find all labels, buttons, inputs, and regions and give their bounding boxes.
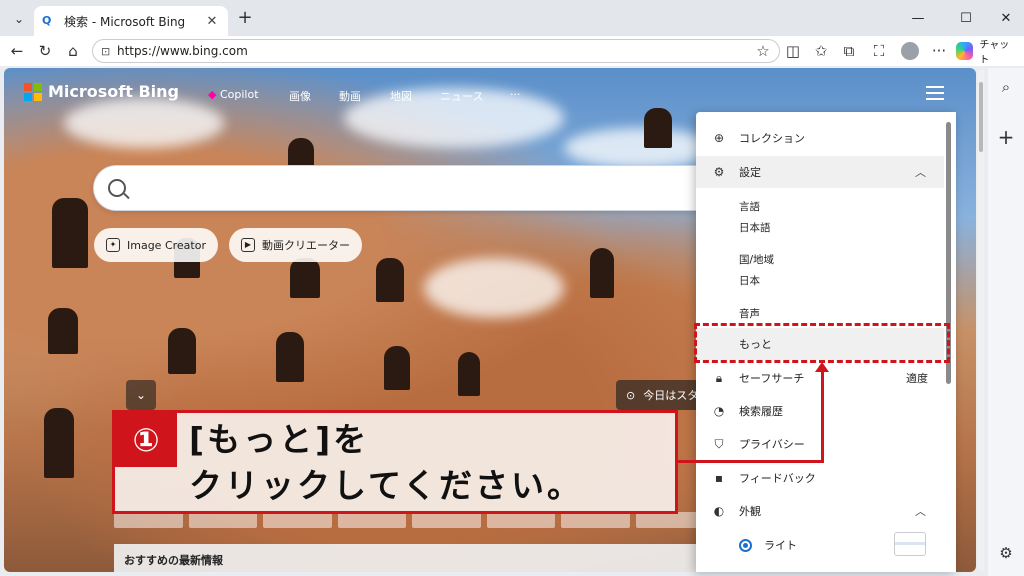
menu-item-settings[interactable]: ⚙ 設定 ︿: [696, 156, 944, 188]
browser-toolbar: ← ↻ ⌂ ⊡ https://www.bing.com ☆ ◫ ✩ ⧉ ⛶ ·…: [0, 36, 1024, 66]
more-options-icon[interactable]: ···: [928, 40, 950, 62]
home-button[interactable]: ⌂: [62, 40, 84, 62]
location-chip[interactable]: ⊙ 今日はスタ: [616, 380, 709, 410]
video-creator-button[interactable]: ▶ 動画クリエーター: [229, 228, 362, 262]
region-value: 日本: [739, 275, 760, 287]
menu-item-search-history[interactable]: ◔ 検索履歴: [696, 395, 944, 427]
nav-videos[interactable]: 動画: [339, 88, 361, 104]
new-tab-button[interactable]: +: [234, 8, 256, 30]
annotation-line: [821, 366, 824, 462]
gear-icon: ⚙: [713, 165, 725, 179]
bing-logo[interactable]: Microsoft Bing: [24, 82, 179, 101]
language-label[interactable]: 言語: [739, 199, 760, 214]
chat-button[interactable]: チャット: [956, 40, 1018, 66]
bing-logo-text: Microsoft Bing: [48, 82, 179, 101]
maximize-button[interactable]: ☐: [946, 6, 986, 30]
url-text: https://www.bing.com: [117, 44, 248, 58]
instruction-text: [もっと]を クリックしてください。: [189, 420, 584, 505]
region-label[interactable]: 国/地域: [739, 252, 774, 267]
hamburger-menu-icon[interactable]: [926, 86, 944, 100]
chevron-down-icon[interactable]: ⌄: [126, 380, 156, 410]
site-info-icon[interactable]: ⊡: [101, 45, 117, 58]
split-screen-icon[interactable]: ◫: [782, 40, 804, 62]
language-value: 日本語: [739, 222, 771, 234]
location-pin-icon: ⊙: [626, 388, 636, 402]
minimize-button[interactable]: —: [898, 6, 938, 30]
search-input[interactable]: [94, 166, 734, 210]
copilot-nav-icon: ◆: [208, 88, 217, 101]
feedback-icon: ▪: [714, 471, 724, 485]
tab-close-icon[interactable]: ✕: [204, 14, 220, 29]
nav-images[interactable]: 画像: [289, 88, 311, 104]
menu-item-collections[interactable]: ⊕ コレクション: [696, 122, 944, 154]
search-icon: [108, 179, 126, 197]
voice-label[interactable]: 音声: [739, 306, 760, 321]
tab-bar: ⌄ Q 検索 - Microsoft Bing ✕ + — ☐ ✕: [0, 0, 1024, 36]
news-thumbnails: [114, 512, 704, 528]
collections-icon[interactable]: ⧉: [838, 40, 860, 62]
profile-avatar[interactable]: [901, 42, 919, 60]
menu-item-privacy[interactable]: ⛉ プライバシー: [696, 428, 944, 460]
menu-item-appearance[interactable]: ◐ 外観 ︿: [696, 495, 944, 527]
browser-tab[interactable]: Q 検索 - Microsoft Bing ✕: [34, 6, 228, 36]
copilot-icon: [956, 42, 974, 60]
collections-icon: ⊕: [713, 131, 725, 145]
back-button[interactable]: ←: [6, 40, 28, 62]
history-icon: ◔: [713, 404, 725, 418]
search-icon[interactable]: ⌕: [995, 76, 1017, 98]
browser-sidebar: ⌕ + ⚙: [988, 68, 1024, 576]
add-icon[interactable]: +: [995, 125, 1017, 149]
chevron-up-icon: ︿: [915, 505, 926, 518]
page-scrollbar[interactable]: [978, 70, 984, 570]
microsoft-logo-icon: [24, 82, 42, 101]
chevron-up-icon: ︿: [915, 166, 926, 179]
refresh-button[interactable]: ↻: [34, 40, 56, 62]
recommended-news-card[interactable]: おすすめの最新情報: [114, 544, 704, 572]
favorite-star-icon[interactable]: ☆: [752, 40, 774, 62]
nav-more[interactable]: ···: [510, 88, 521, 101]
theme-icon: ◐: [713, 504, 725, 518]
shield-icon: ⛉: [714, 436, 724, 451]
nav-news[interactable]: ニュース: [440, 88, 483, 104]
radio-selected[interactable]: [739, 538, 752, 552]
chat-label: チャット: [979, 40, 1010, 66]
step-number: ①: [115, 413, 177, 467]
gear-icon[interactable]: ⚙: [995, 542, 1017, 564]
light-theme-thumbnail: [894, 532, 926, 556]
annotation-line: [676, 460, 824, 463]
close-window-button[interactable]: ✕: [986, 6, 1024, 30]
instruction-callout: ① [もっと]を クリックしてください。: [112, 410, 678, 514]
menu-item-feedback[interactable]: ▪ フィードバック: [696, 462, 944, 494]
lock-icon: 🔒︎: [715, 370, 723, 385]
safesearch-value: 適度: [906, 372, 928, 385]
screenshot-icon[interactable]: ⛶: [868, 40, 890, 62]
highlight-box: [694, 323, 950, 363]
image-creator-icon: ✦: [106, 238, 120, 252]
tab-actions-menu[interactable]: ⌄: [8, 8, 30, 30]
favorites-icon[interactable]: ✩: [810, 40, 832, 62]
tab-title: 検索 - Microsoft Bing: [64, 14, 186, 29]
nav-maps[interactable]: 地図: [390, 88, 412, 104]
address-bar[interactable]: ⊡ https://www.bing.com: [92, 39, 780, 63]
image-creator-button[interactable]: ✦ Image Creator: [94, 228, 218, 262]
nav-copilot[interactable]: ◆ Copilot: [208, 88, 259, 101]
video-creator-icon: ▶: [241, 238, 255, 252]
bing-search-icon: Q: [42, 14, 52, 27]
recommended-news-title: おすすめの最新情報: [124, 554, 223, 567]
